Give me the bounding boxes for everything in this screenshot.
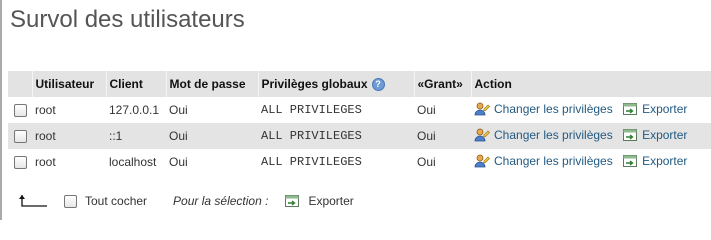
header-global-privileges-label: Privilèges globaux (261, 76, 368, 91)
table-row: root 127.0.0.1 Oui ALL PRIVILEGES Oui Ch… (8, 97, 711, 123)
password-cell: Oui (166, 149, 258, 175)
privileges-cell: ALL PRIVILEGES (258, 97, 414, 123)
user-cell: root (32, 149, 106, 175)
page-left-border (0, 0, 2, 220)
row-checkbox-cell (8, 123, 32, 149)
header-password[interactable]: Mot de passe (166, 71, 259, 97)
with-selected-label: Pour la sélection : (173, 194, 269, 208)
row-checkbox[interactable] (13, 130, 27, 144)
grant-cell: Oui (414, 97, 471, 123)
arrow-up-left-icon (18, 194, 48, 208)
check-all-label: Tout cocher (85, 194, 148, 208)
grant-cell: Oui (414, 123, 471, 149)
edit-privileges-label: Changer les privilèges (494, 101, 613, 116)
export-label: Exporter (642, 101, 688, 116)
page-title: Survol des utilisateurs (10, 6, 245, 33)
header-checkbox-cell (8, 71, 33, 97)
export-icon (284, 193, 300, 209)
password-cell: Oui (166, 123, 258, 149)
edit-privileges-label: Changer les privilèges (494, 127, 613, 142)
edit-privileges-link[interactable]: Changer les privilèges (474, 127, 613, 143)
edit-privileges-link[interactable]: Changer les privilèges (474, 101, 613, 117)
export-label: Exporter (642, 127, 688, 142)
privileges-cell: ALL PRIVILEGES (258, 123, 414, 149)
header-action: Action (471, 71, 711, 97)
bulk-export-button[interactable]: Exporter (284, 193, 354, 209)
action-cell: Changer les privilèges Exporter (471, 149, 711, 175)
host-cell: ::1 (106, 123, 166, 149)
header-host[interactable]: Client (106, 71, 167, 97)
action-cell: Changer les privilèges Exporter (471, 97, 711, 123)
row-checkbox[interactable] (13, 156, 27, 170)
export-icon (622, 153, 638, 169)
header-grant[interactable]: «Grant» (414, 71, 472, 97)
table-row: root localhost Oui ALL PRIVILEGES Oui Ch… (8, 149, 711, 175)
header-global-privileges[interactable]: Privilèges globaux? (258, 71, 415, 97)
bulk-export-label: Exporter (308, 194, 354, 208)
table-row: root ::1 Oui ALL PRIVILEGES Oui Changer … (8, 123, 711, 149)
export-icon (622, 127, 638, 143)
host-cell: localhost (106, 149, 166, 175)
edit-privileges-label: Changer les privilèges (494, 153, 613, 168)
export-link[interactable]: Exporter (622, 127, 687, 143)
edit-privileges-link[interactable]: Changer les privilèges (474, 153, 613, 169)
row-checkbox[interactable] (13, 104, 27, 118)
export-label: Exporter (642, 153, 688, 168)
export-link[interactable]: Exporter (622, 153, 687, 169)
table-header-row: Utilisateur Client Mot de passe Privilèg… (8, 71, 711, 97)
user-cell: root (32, 97, 106, 123)
edit-privileges-icon (474, 127, 490, 143)
help-icon[interactable]: ? (371, 78, 385, 92)
grant-cell: Oui (414, 149, 471, 175)
row-checkbox-cell (8, 97, 32, 123)
users-table: Utilisateur Client Mot de passe Privilèg… (8, 71, 711, 175)
check-all-checkbox[interactable] (64, 194, 77, 208)
action-cell: Changer les privilèges Exporter (471, 123, 711, 149)
edit-privileges-icon (474, 101, 490, 117)
user-cell: root (32, 123, 106, 149)
export-icon (622, 101, 638, 117)
export-link[interactable]: Exporter (622, 101, 687, 117)
edit-privileges-icon (474, 153, 490, 169)
check-all-control[interactable]: Tout cocher (64, 194, 147, 208)
password-cell: Oui (166, 97, 258, 123)
header-user[interactable]: Utilisateur (32, 71, 107, 97)
row-checkbox-cell (8, 149, 32, 175)
privileges-cell: ALL PRIVILEGES (258, 149, 414, 175)
bulk-actions-bar: Tout cocher Pour la sélection : Exporter (18, 190, 354, 212)
host-cell: 127.0.0.1 (106, 97, 166, 123)
